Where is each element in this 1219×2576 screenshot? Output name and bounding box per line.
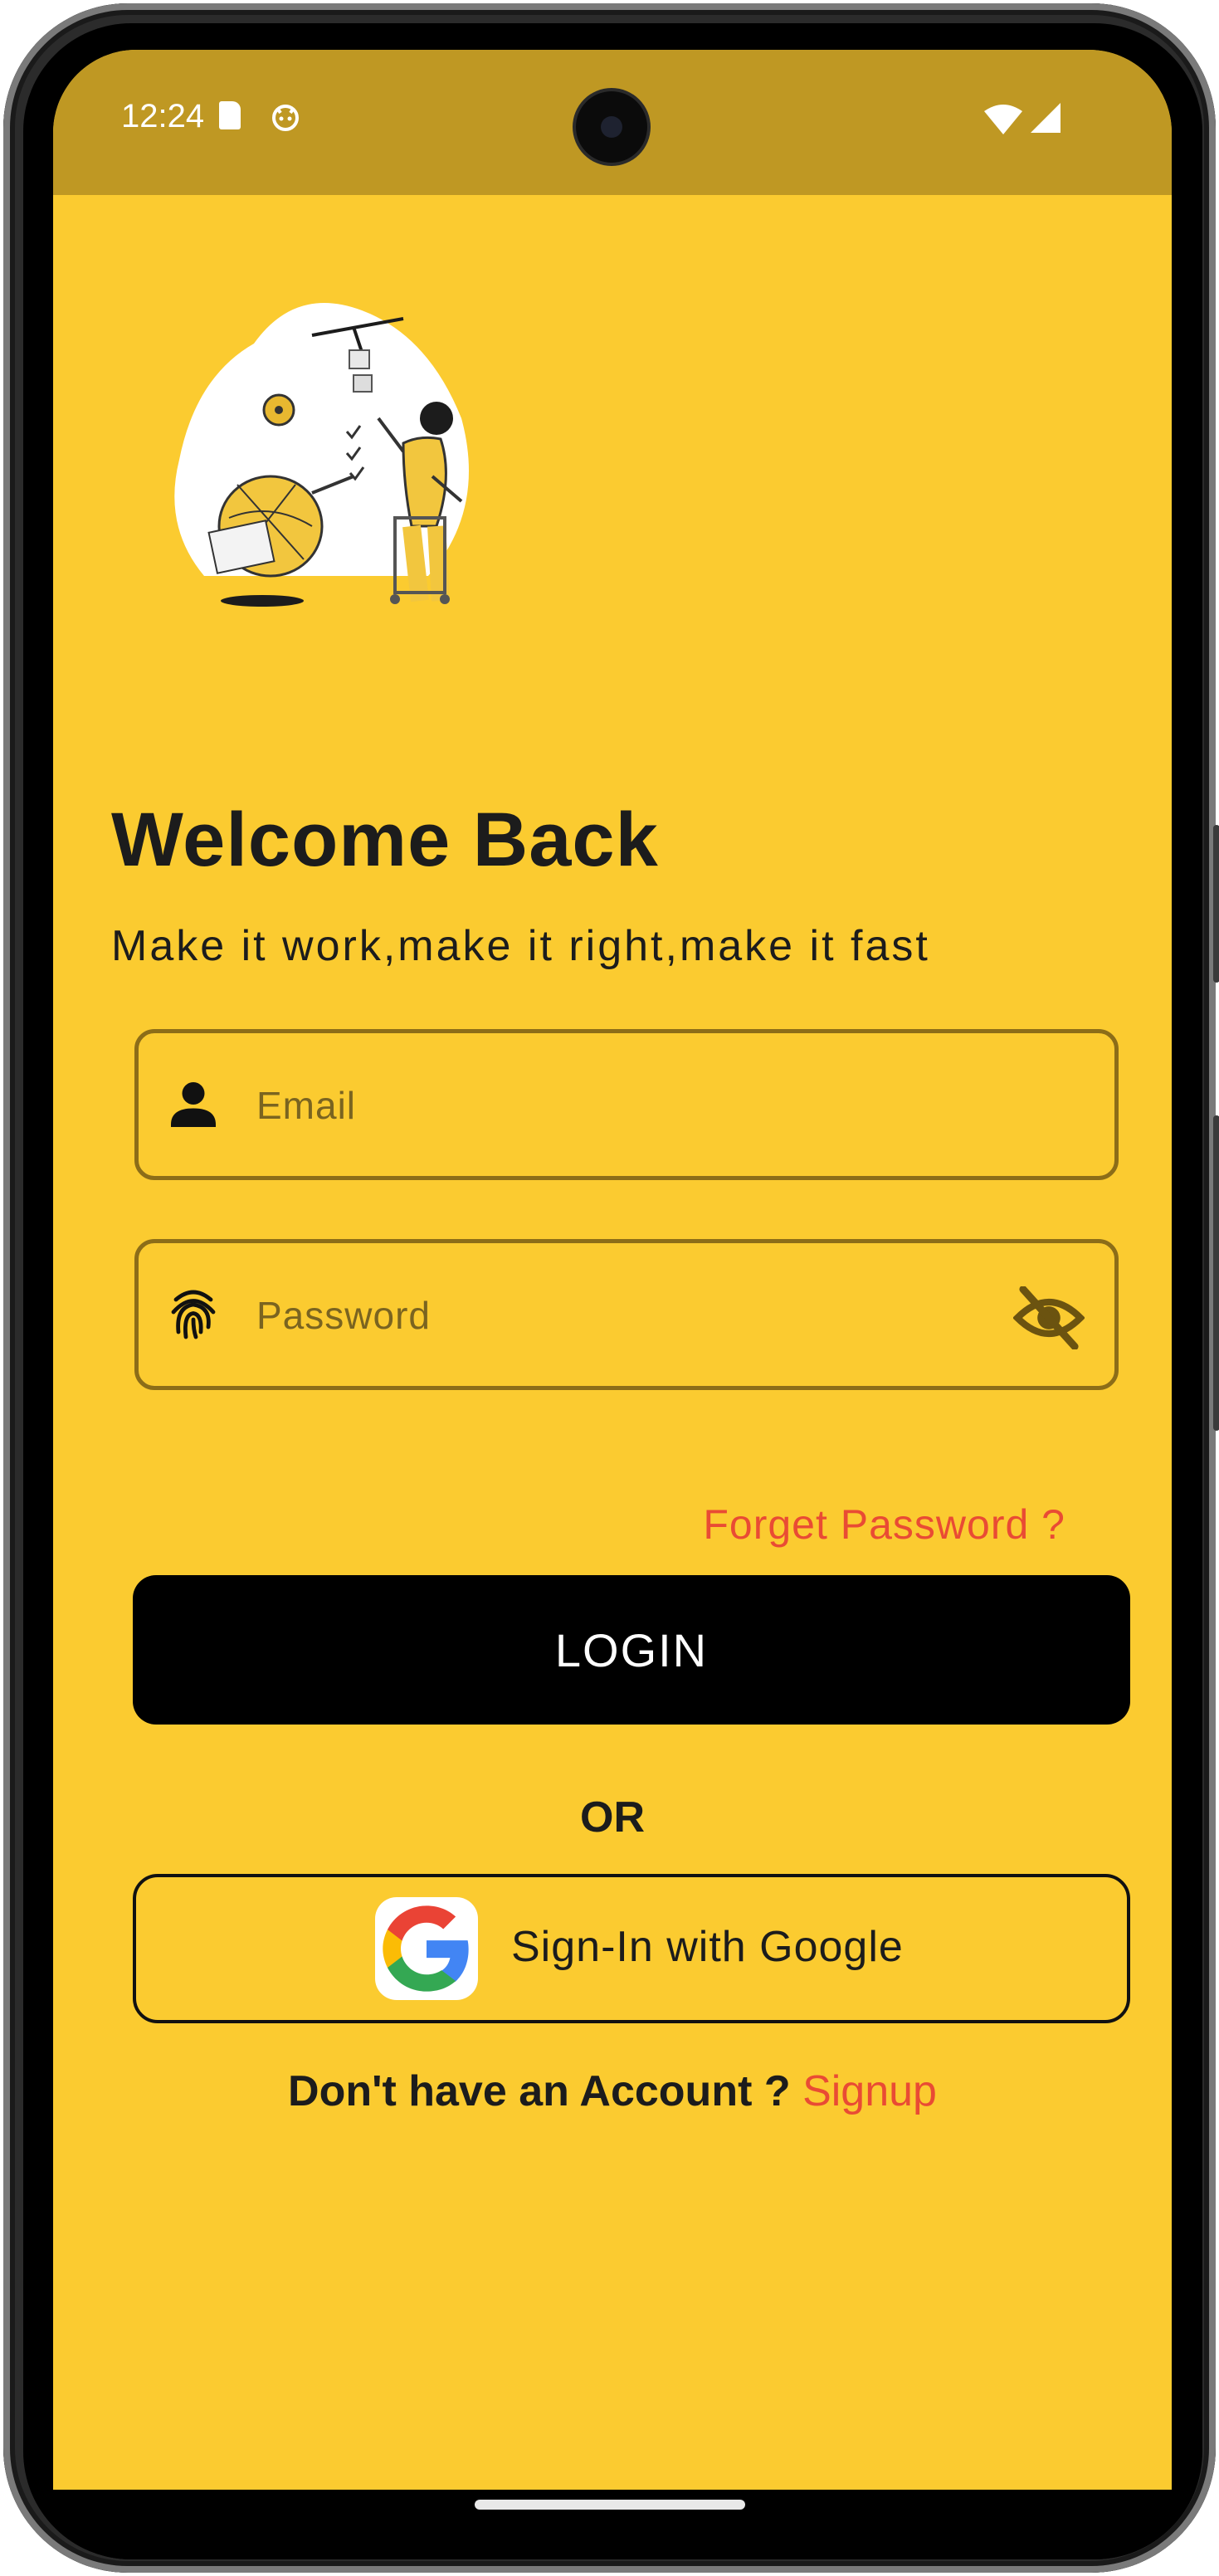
power-button bbox=[1213, 1115, 1219, 1431]
page-title: Welcome Back bbox=[111, 798, 659, 882]
app-screen: 12:24 Welcome Back Make it work,make it … bbox=[53, 50, 1172, 2490]
android-robot-icon bbox=[272, 105, 299, 131]
signup-prompt-text: Don't have an Account ? bbox=[288, 2067, 791, 2115]
signup-link[interactable]: Signup bbox=[802, 2067, 937, 2115]
home-gesture-handle[interactable] bbox=[475, 2500, 745, 2510]
navigation-bar bbox=[23, 2490, 1202, 2559]
password-input[interactable] bbox=[255, 1268, 988, 1363]
person-icon bbox=[171, 1082, 216, 1127]
google-signin-label: Sign-In with Google bbox=[511, 1923, 904, 1971]
email-input[interactable] bbox=[255, 1058, 988, 1153]
robot-and-person-illustration bbox=[174, 303, 469, 607]
status-time: 12:24 bbox=[121, 98, 205, 134]
fingerprint-icon bbox=[171, 1290, 216, 1339]
screen-bezel: 12:24 Welcome Back Make it work,make it … bbox=[23, 23, 1202, 2559]
forgot-password-link[interactable]: Forget Password ? bbox=[703, 1500, 1065, 1549]
password-field[interactable] bbox=[134, 1239, 1119, 1390]
or-divider-label: OR bbox=[580, 1793, 645, 1842]
google-logo-icon bbox=[375, 1897, 478, 2000]
page-subtitle: Make it work,make it right,make it fast bbox=[111, 922, 930, 970]
volume-button bbox=[1213, 825, 1219, 983]
signup-prompt: Don't have an Account ? Signup bbox=[53, 2066, 1172, 2116]
email-field[interactable] bbox=[134, 1029, 1119, 1180]
signal-icon bbox=[1031, 103, 1061, 133]
wifi-icon bbox=[984, 105, 1022, 134]
front-camera bbox=[576, 91, 647, 163]
google-signin-button[interactable]: Sign-In with Google bbox=[133, 1874, 1130, 2023]
status-bar: 12:24 bbox=[53, 50, 1172, 195]
sd-card-icon bbox=[219, 101, 241, 129]
phone-frame: 12:24 Welcome Back Make it work,make it … bbox=[3, 3, 1219, 2573]
visibility-off-icon[interactable] bbox=[1013, 1286, 1085, 1349]
login-button[interactable]: LOGIN bbox=[133, 1575, 1130, 1725]
